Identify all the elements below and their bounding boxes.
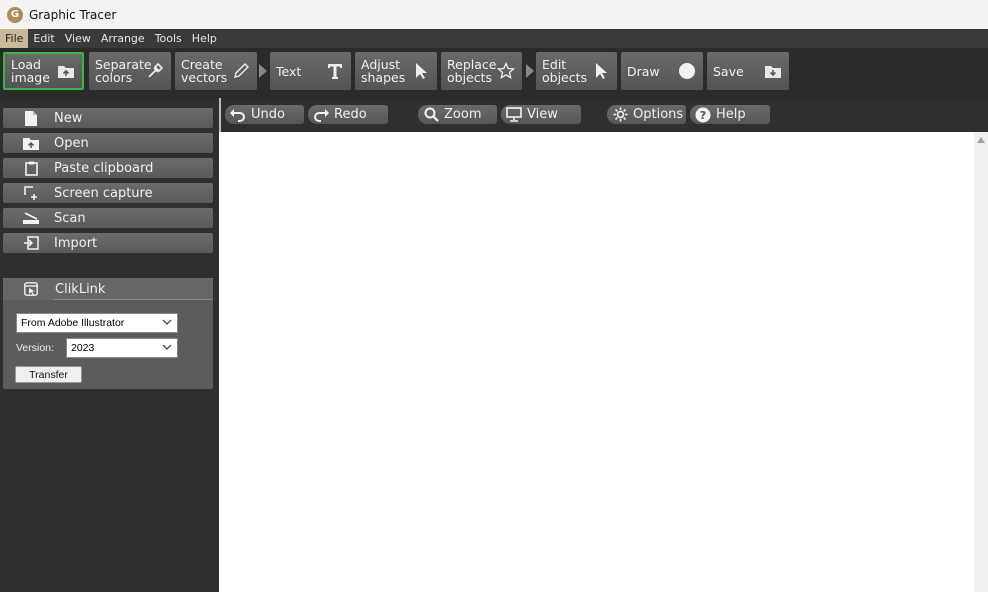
zoom-button[interactable]: Zoom — [418, 105, 497, 124]
upload-folder-icon — [56, 61, 76, 81]
redo-label: Redo — [334, 107, 367, 122]
help-icon: ? — [695, 107, 711, 123]
import-icon — [21, 235, 41, 251]
vertical-scrollbar[interactable] — [974, 132, 988, 592]
scanner-icon — [21, 210, 41, 226]
eyedropper-icon — [145, 61, 165, 81]
sidebar-item-scan[interactable]: Scan — [3, 208, 213, 228]
sidebar-item-label: Paste clipboard — [54, 160, 154, 176]
sidebar-item-label: Import — [54, 235, 98, 251]
divider — [53, 299, 213, 300]
sidebar-item-paste-clipboard[interactable]: Paste clipboard — [3, 158, 213, 178]
title-bar: G Graphic Tracer — [0, 0, 988, 29]
monitor-icon — [506, 107, 522, 123]
open-folder-icon — [21, 135, 41, 151]
cliklink-title: ClikLink — [55, 281, 106, 297]
source-app-select[interactable]: From Adobe Illustrator — [16, 313, 178, 333]
app-logo-icon: G — [7, 6, 23, 23]
help-label: Help — [716, 107, 746, 122]
view-label: View — [527, 107, 558, 122]
cliklink-icon — [21, 281, 41, 297]
sidebar-item-label: Screen capture — [54, 185, 153, 201]
pencil-icon — [231, 61, 251, 81]
star-icon — [496, 61, 516, 81]
sidebar-item-screen-capture[interactable]: Screen capture — [3, 183, 213, 203]
sidebar-item-import[interactable]: Import — [3, 233, 213, 253]
gear-icon — [612, 107, 628, 123]
secondary-toolbar: Undo Redo Zoom View Options ? Help — [219, 98, 988, 132]
save-button[interactable]: Save — [707, 52, 789, 90]
adjust-shapes-button[interactable]: Adjust shapes — [355, 52, 437, 90]
undo-button[interactable]: Undo — [225, 105, 304, 124]
save-label: Save — [713, 63, 744, 79]
adjust-shapes-label: Adjust shapes — [361, 57, 406, 85]
main-toolbar: Load image Separate colors Create vector… — [0, 48, 988, 98]
menu-bar: File Edit View Arrange Tools Help — [0, 29, 988, 48]
redo-button[interactable]: Redo — [308, 105, 388, 124]
cliklink-header: ClikLink — [3, 278, 213, 300]
menu-arrange[interactable]: Arrange — [96, 29, 150, 48]
sidebar-item-open[interactable]: Open — [3, 133, 213, 153]
replace-objects-label: Replace objects — [447, 57, 497, 85]
sidebar-item-label: Scan — [54, 210, 86, 226]
drawing-canvas[interactable] — [219, 132, 974, 592]
menu-help[interactable]: Help — [187, 29, 222, 48]
sidebar-item-label: Open — [54, 135, 89, 151]
magnifier-icon — [423, 107, 439, 123]
pointer-icon — [591, 61, 611, 81]
new-file-icon — [21, 110, 41, 126]
chevron-down-icon — [162, 319, 172, 325]
menu-tools[interactable]: Tools — [150, 29, 187, 48]
edit-objects-label: Edit objects — [542, 57, 588, 85]
options-label: Options — [633, 107, 684, 122]
pointer-icon — [411, 61, 431, 81]
source-app-value: From Adobe Illustrator — [21, 317, 125, 329]
step-arrow-icon — [526, 64, 534, 78]
view-button[interactable]: View — [501, 105, 581, 124]
cliklink-panel: ClikLink From Adobe Illustrator Version:… — [3, 278, 213, 389]
window-title: Graphic Tracer — [29, 7, 117, 22]
version-select[interactable]: 2023 — [66, 338, 178, 358]
undo-label: Undo — [251, 107, 285, 122]
chevron-down-icon — [162, 344, 172, 350]
zoom-label: Zoom — [444, 107, 482, 122]
help-button[interactable]: ? Help — [690, 105, 770, 124]
save-folder-icon — [763, 61, 783, 81]
svg-text:?: ? — [700, 109, 706, 122]
sidebar-item-label: New — [54, 110, 83, 126]
version-label: Version: — [16, 342, 54, 354]
draw-label: Draw — [627, 63, 660, 79]
text-t-icon — [325, 61, 345, 81]
sidebar-item-new[interactable]: New — [3, 108, 213, 128]
options-button[interactable]: Options — [607, 105, 686, 124]
separate-colors-label: Separate colors — [95, 57, 152, 85]
load-image-button[interactable]: Load image — [3, 52, 84, 90]
separate-colors-button[interactable]: Separate colors — [89, 52, 171, 90]
canvas-frame — [219, 98, 221, 132]
version-value: 2023 — [71, 342, 95, 354]
text-button[interactable]: Text — [270, 52, 351, 90]
draw-button[interactable]: Draw — [621, 52, 703, 90]
step-arrow-icon — [259, 64, 267, 78]
redo-icon — [313, 107, 329, 123]
create-vectors-label: Create vectors — [181, 57, 228, 85]
menu-file[interactable]: File — [0, 29, 29, 48]
transfer-button[interactable]: Transfer — [15, 366, 82, 383]
left-panel: New Open Paste clipboard Screen capture … — [0, 98, 219, 592]
menu-edit[interactable]: Edit — [28, 29, 59, 48]
text-label: Text — [276, 63, 302, 79]
menu-view[interactable]: View — [60, 29, 96, 48]
load-image-label: Load image — [11, 57, 50, 85]
replace-objects-button[interactable]: Replace objects — [441, 52, 522, 90]
screen-capture-icon — [21, 185, 41, 201]
edit-objects-button[interactable]: Edit objects — [536, 52, 617, 90]
scroll-up-arrow-icon[interactable] — [977, 137, 985, 143]
create-vectors-button[interactable]: Create vectors — [175, 52, 257, 90]
circle-icon — [677, 61, 697, 81]
clipboard-icon — [21, 160, 41, 176]
undo-icon — [230, 107, 246, 123]
